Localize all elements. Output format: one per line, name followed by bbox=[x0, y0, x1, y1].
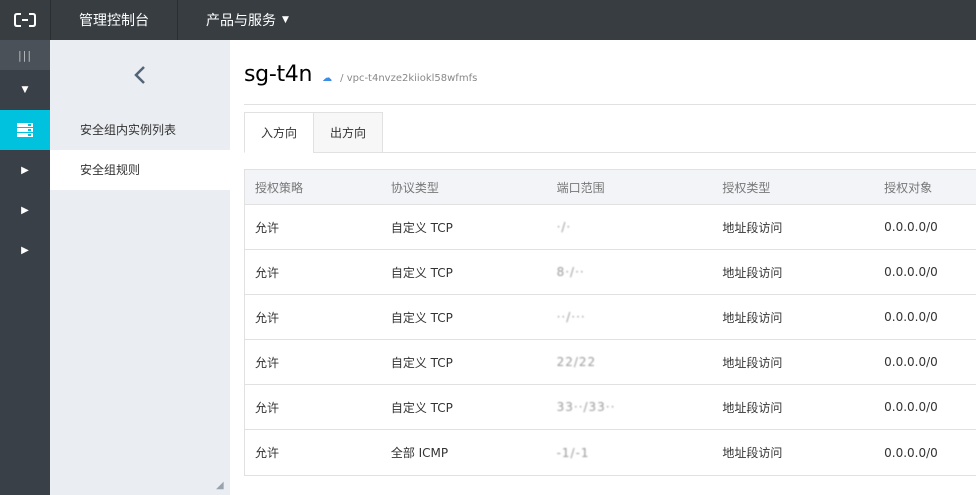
nav-expand-item-2[interactable]: ▶ bbox=[0, 190, 50, 230]
products-services-menu[interactable]: 产品与服务 ▼ bbox=[177, 0, 317, 40]
secondary-menu: 安全组内实例列表 安全组规则 bbox=[50, 40, 230, 495]
cell-auth-type: 地址段访问 bbox=[722, 355, 783, 370]
table-row: 允许 自定义 TCP 33··/33·· 地址段访问 0.0.0.0/0 bbox=[245, 385, 976, 430]
menu-collapse-button[interactable]: ||| bbox=[0, 40, 50, 70]
menu-item-label: 安全组规则 bbox=[80, 163, 141, 177]
cell-port: 22/22 bbox=[556, 355, 597, 369]
table-row: 允许 自定义 TCP ··/··· 地址段访问 0.0.0.0/0 bbox=[245, 295, 976, 340]
cell-target: 0.0.0.0/0 bbox=[884, 445, 938, 460]
cell-policy: 允许 bbox=[255, 355, 280, 370]
table-row: 允许 自定义 TCP 8·/·· 地址段访问 0.0.0.0/0 bbox=[245, 250, 976, 295]
cell-protocol: 自定义 TCP bbox=[390, 220, 453, 235]
console-link[interactable]: 管理控制台 bbox=[50, 0, 177, 40]
column-header-target: 授权对象 bbox=[884, 180, 933, 195]
cell-target: 0.0.0.0/0 bbox=[884, 265, 938, 279]
bars-icon: ||| bbox=[17, 48, 33, 62]
cell-port: -1/-1 bbox=[556, 445, 590, 460]
title-row: sg-t4n ☁ / vpc-t4nvze2kiiokl58wfmfs bbox=[244, 62, 477, 87]
cell-policy: 允许 bbox=[255, 446, 280, 460]
menu-item-label: 安全组内实例列表 bbox=[80, 123, 177, 137]
tab-inbound[interactable]: 入方向 bbox=[244, 112, 315, 153]
cell-auth-type: 地址段访问 bbox=[722, 220, 783, 235]
aliyun-logo[interactable] bbox=[0, 0, 50, 40]
main-content: sg-t4n ☁ / vpc-t4nvze2kiiokl58wfmfs 入方向 … bbox=[230, 40, 976, 495]
cell-protocol: 全部 ICMP bbox=[390, 446, 449, 460]
cell-policy: 允许 bbox=[255, 310, 280, 325]
cell-policy: 允许 bbox=[255, 220, 280, 235]
caret-down-icon: ▼ bbox=[282, 15, 289, 25]
cell-auth-type: 地址段访问 bbox=[722, 265, 783, 280]
products-label: 产品与服务 bbox=[206, 13, 276, 29]
caret-down-icon: ▼ bbox=[21, 85, 29, 95]
page-title: sg-t4n bbox=[244, 62, 313, 87]
cell-target: 0.0.0.0/0 bbox=[884, 220, 938, 234]
table-row: 允许 全部 ICMP -1/-1 地址段访问 0.0.0.0/0 bbox=[245, 430, 976, 475]
tab-label: 入方向 bbox=[261, 126, 298, 140]
cell-target: 0.0.0.0/0 bbox=[884, 310, 938, 324]
nav-expand-item-3[interactable]: ▶ bbox=[0, 230, 50, 270]
column-header-protocol: 协议类型 bbox=[390, 180, 439, 195]
cell-protocol: 自定义 TCP bbox=[390, 355, 453, 370]
cell-protocol: 自定义 TCP bbox=[390, 310, 453, 325]
cell-port: 8·/·· bbox=[556, 265, 585, 279]
table-row: 允许 自定义 TCP ·/· 地址段访问 0.0.0.0/0 bbox=[245, 205, 976, 250]
cloud-icon: ☁ bbox=[322, 73, 333, 84]
vpc-breadcrumb[interactable]: / vpc-t4nvze2kiiokl58wfmfs bbox=[340, 73, 477, 84]
cell-port: 33··/33·· bbox=[556, 400, 616, 414]
console-label: 管理控制台 bbox=[79, 13, 149, 29]
menu-item-security-rules[interactable]: 安全组规则 bbox=[50, 150, 230, 190]
direction-tabs: 入方向 出方向 bbox=[244, 112, 976, 153]
tab-label: 出方向 bbox=[330, 126, 367, 140]
nav-dropdown-button[interactable]: ▼ bbox=[0, 70, 50, 110]
column-header-port: 端口范围 bbox=[556, 180, 605, 195]
cell-protocol: 自定义 TCP bbox=[390, 400, 453, 415]
cell-auth-type: 地址段访问 bbox=[722, 310, 783, 325]
chevron-left-icon bbox=[134, 66, 145, 84]
menu-item-instance-list[interactable]: 安全组内实例列表 bbox=[50, 110, 230, 150]
server-icon bbox=[17, 123, 33, 137]
cell-policy: 允许 bbox=[255, 400, 280, 415]
nav-server-item[interactable] bbox=[0, 110, 50, 150]
cell-target: 0.0.0.0/0 bbox=[884, 355, 938, 369]
back-button[interactable] bbox=[50, 40, 230, 110]
chevron-right-icon: ▶ bbox=[21, 244, 29, 256]
rules-table: 授权策略 协议类型 端口范围 授权类型 授权对象 允许 自定义 TCP ·/· … bbox=[244, 169, 976, 476]
chevron-right-icon: ▶ bbox=[21, 204, 29, 216]
table-header: 授权策略 协议类型 端口范围 授权类型 授权对象 bbox=[245, 170, 976, 205]
cell-protocol: 自定义 TCP bbox=[390, 265, 453, 280]
table-row: 允许 自定义 TCP 22/22 地址段访问 0.0.0.0/0 bbox=[245, 340, 976, 385]
tab-outbound[interactable]: 出方向 bbox=[313, 112, 384, 153]
cell-policy: 允许 bbox=[255, 265, 280, 280]
chevron-right-icon: ▶ bbox=[21, 164, 29, 176]
top-navigation-bar: 管理控制台 产品与服务 ▼ bbox=[0, 0, 976, 40]
nav-expand-item-1[interactable]: ▶ bbox=[0, 150, 50, 190]
column-header-auth-type: 授权类型 bbox=[722, 180, 771, 195]
header-divider bbox=[244, 104, 976, 105]
cell-port: ·/· bbox=[556, 220, 572, 234]
cell-target: 0.0.0.0/0 bbox=[884, 400, 938, 414]
cell-port: ··/··· bbox=[556, 310, 586, 324]
cell-auth-type: 地址段访问 bbox=[722, 446, 783, 460]
left-icon-nav: ||| ▼ ▶ ▶ ▶ bbox=[0, 40, 50, 495]
column-header-policy: 授权策略 bbox=[255, 180, 304, 195]
cell-auth-type: 地址段访问 bbox=[722, 400, 783, 415]
resize-handle-icon[interactable]: ◢ bbox=[216, 480, 230, 495]
